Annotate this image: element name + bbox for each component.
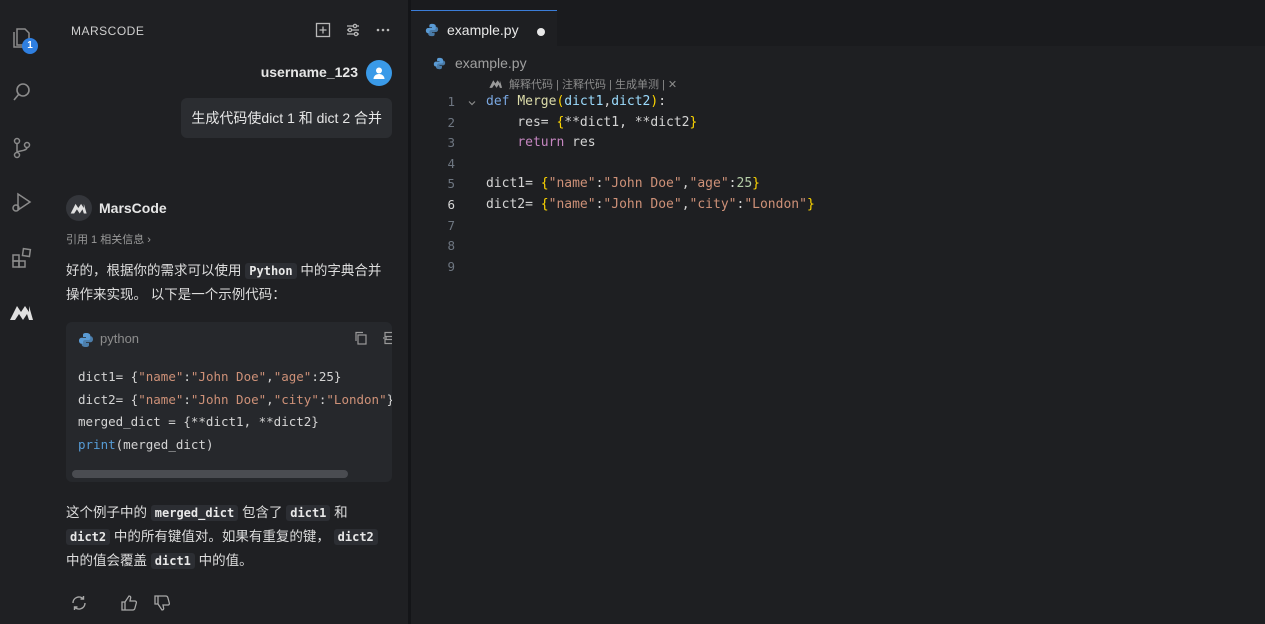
code-block-line: dict1= {"name":"John Doe","age":25} bbox=[78, 369, 342, 384]
settings-icon[interactable] bbox=[343, 20, 363, 40]
marscode-logo-icon bbox=[66, 195, 92, 221]
code-line: res= {**dict1, **dict2} bbox=[486, 114, 698, 130]
code-block: python dict1= {"name":"John Doe","age":2… bbox=[66, 322, 392, 482]
python-icon bbox=[433, 57, 446, 73]
marscode-icon bbox=[487, 77, 505, 92]
explorer-icon[interactable]: 1 bbox=[6, 22, 38, 54]
horizontal-scrollbar[interactable] bbox=[72, 470, 348, 478]
thumbs-down-icon[interactable] bbox=[151, 592, 173, 614]
line-number: 5 bbox=[447, 176, 455, 192]
line-number-current: 6 bbox=[447, 196, 455, 212]
user-name: username_123 bbox=[260, 64, 358, 80]
code-block-lines: dict1= {"name":"John Doe","age":25} dict2… bbox=[78, 366, 392, 456]
python-icon bbox=[78, 332, 94, 351]
line-number: 4 bbox=[447, 155, 455, 171]
line-number: 8 bbox=[447, 238, 455, 254]
unsaved-dot-icon[interactable] bbox=[537, 28, 545, 36]
codelens-actions[interactable]: 解释代码 | 注释代码 | 生成单测 | ✕ bbox=[509, 76, 677, 92]
bot-intro: 好的，根据你的需求可以使用 Python 中的字典合并操作来实现。 以下是一个示… bbox=[66, 263, 382, 302]
avatar bbox=[366, 60, 392, 86]
activity-bar: 1 bbox=[0, 0, 44, 624]
line-number: 1 bbox=[447, 94, 455, 109]
line-number: 3 bbox=[447, 135, 455, 151]
tab-example-py[interactable]: example.py bbox=[411, 10, 557, 47]
chat-panel: MARSCODE username_123 生成代码使dict 1 和 dict… bbox=[44, 0, 408, 624]
code-line: def Merge(dict1,dict2): bbox=[486, 94, 667, 109]
panel-title: MARSCODE bbox=[71, 24, 145, 38]
new-chat-icon[interactable] bbox=[313, 20, 333, 40]
bot-outro: 这个例子中的 merged_dict 包含了 dict1 和 dict2 中的所… bbox=[66, 501, 386, 573]
thumbs-up-icon[interactable] bbox=[118, 592, 140, 614]
code-line: dict1= {"name":"John Doe","age":25} bbox=[486, 176, 760, 192]
tab-bar: example.py bbox=[411, 0, 1265, 47]
user-message: 生成代码使dict 1 和 dict 2 合并 bbox=[181, 98, 392, 138]
bot-name: MarsCode bbox=[99, 200, 167, 216]
line-number: 2 bbox=[447, 114, 455, 130]
code-block-line: merged_dict = {**dict1, **dict2} bbox=[78, 414, 319, 429]
code-language: python bbox=[100, 331, 140, 346]
code-line: dict2= {"name":"John Doe","city":"London… bbox=[486, 196, 815, 212]
regenerate-icon[interactable] bbox=[68, 592, 90, 614]
fold-chevron-icon[interactable] bbox=[467, 96, 477, 111]
python-icon bbox=[425, 23, 439, 40]
source-control-icon[interactable] bbox=[6, 132, 38, 164]
code-line: return res bbox=[517, 135, 596, 151]
extensions-icon[interactable] bbox=[6, 242, 38, 274]
copy-icon[interactable] bbox=[352, 329, 370, 347]
marscode-icon[interactable] bbox=[6, 296, 38, 328]
more-icon[interactable] bbox=[373, 20, 393, 40]
line-numbers: 1 2 3 4 5 6 7 8 9 bbox=[431, 92, 455, 277]
reference-link[interactable]: 引用 1 相关信息 › bbox=[66, 231, 151, 247]
run-debug-icon[interactable] bbox=[6, 186, 38, 218]
explorer-badge: 1 bbox=[22, 38, 38, 54]
breadcrumb[interactable]: example.py bbox=[455, 55, 527, 71]
tab-label: example.py bbox=[447, 22, 519, 38]
line-number: 9 bbox=[447, 258, 455, 274]
code-editor[interactable]: def Merge(dict1,dict2): res= {**dict1, *… bbox=[486, 92, 815, 277]
insert-icon[interactable] bbox=[380, 329, 392, 347]
code-block-line: dict2= {"name":"John Doe","city":"London… bbox=[78, 391, 392, 407]
line-number: 7 bbox=[447, 217, 455, 233]
search-icon[interactable] bbox=[6, 76, 38, 108]
code-block-line: print(merged_dict) bbox=[78, 436, 214, 452]
editor-area: example.py example.py 解释代码 | 注释代码 | 生成单测… bbox=[411, 0, 1265, 624]
